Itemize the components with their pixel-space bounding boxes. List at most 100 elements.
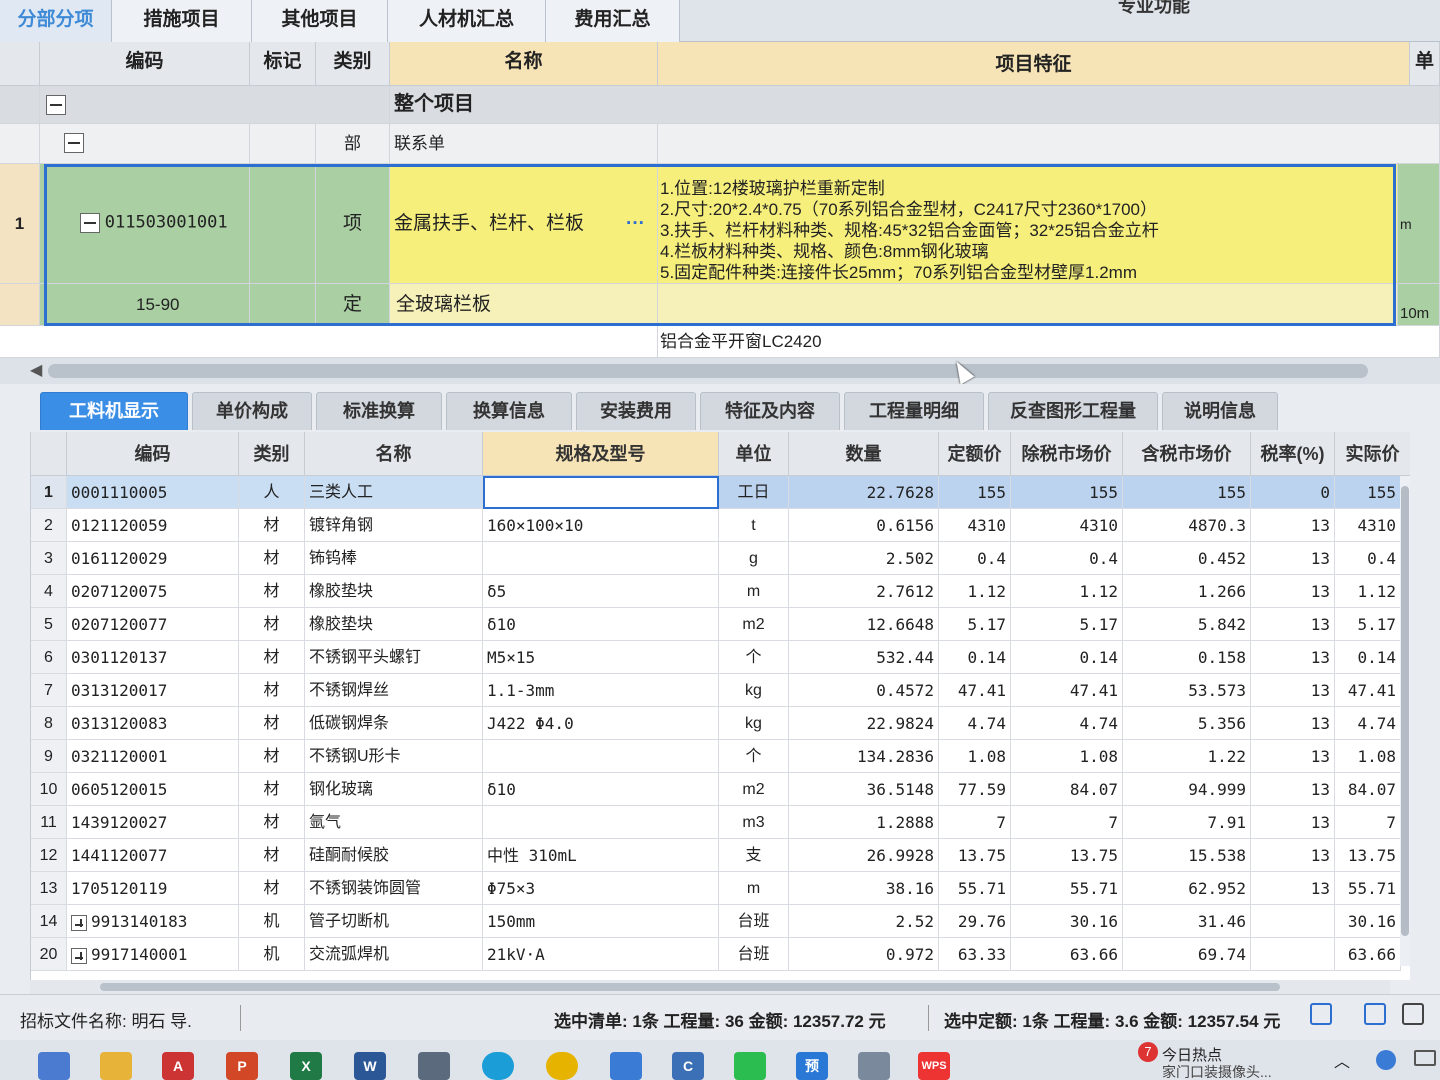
scroll-left-icon[interactable]: ◀ — [30, 360, 42, 380]
row-quota[interactable]: 15-90 定 全玻璃栏板 10m — [0, 284, 1440, 326]
material-quantity[interactable]: 1.2888 — [789, 806, 939, 839]
material-spec[interactable] — [483, 806, 719, 839]
settings-icon[interactable] — [418, 1052, 450, 1080]
layout-icon[interactable] — [1310, 1003, 1332, 1025]
header-name[interactable]: 名称 — [305, 432, 483, 476]
tab-rencaiji[interactable]: 人材机汇总 — [388, 0, 546, 42]
tab-feiyong[interactable]: 费用汇总 — [546, 0, 680, 42]
table-row[interactable]: 12 1441120077 材 硅酮耐候胶 中性 310mL 支 26.9928 13.75 1… — [31, 839, 1410, 872]
material-quantity[interactable]: 0.972 — [789, 938, 939, 971]
material-quantity[interactable]: 532.44 — [789, 641, 939, 674]
table-row[interactable]: 4 0207120075 材 橡胶垫块 δ5 m 2.7612 1.12 1.12 1.266 13… — [31, 575, 1410, 608]
table-row[interactable]: 6 0301120137 材 不锈钢平头螺钉 M5×15 个 532.44 0.14 0.14 0… — [31, 641, 1410, 674]
ex-tax-price[interactable]: 47.41 — [1011, 674, 1123, 707]
tab-standard-conversion[interactable]: 标准换算 — [316, 392, 442, 430]
ex-tax-price[interactable]: 1.08 — [1011, 740, 1123, 773]
material-spec[interactable]: 中性 310mL — [483, 839, 719, 872]
ex-tax-price[interactable]: 155 — [1011, 476, 1123, 509]
item-name[interactable]: 金属扶手、栏杆、栏板 ··· — [390, 164, 658, 284]
material-quantity[interactable]: 2.52 — [789, 905, 939, 938]
material-quantity[interactable]: 26.9928 — [789, 839, 939, 872]
table-row[interactable]: 9 0321120001 材 不锈钢U形卡 个 134.2836 1.08 1.08 1.22 1… — [31, 740, 1410, 773]
store-icon[interactable] — [38, 1052, 70, 1080]
access-icon[interactable]: A — [162, 1052, 194, 1080]
material-spec[interactable]: 160×100×10 — [483, 509, 719, 542]
material-spec[interactable]: 150mm — [483, 905, 719, 938]
header-unit[interactable]: 单位 — [719, 432, 789, 476]
collapse-icon[interactable] — [80, 212, 100, 233]
material-quantity[interactable]: 38.16 — [789, 872, 939, 905]
tab-install-fee[interactable]: 安装费用 — [576, 392, 696, 430]
table-row[interactable]: 1 0001110005 人 三类人工 工日 22.7628 155 155 155 0 155 — [31, 476, 1410, 509]
material-quantity[interactable]: 22.9824 — [789, 707, 939, 740]
material-quantity[interactable]: 0.4572 — [789, 674, 939, 707]
table-row[interactable]: 8 0313120083 材 低碳钢焊条 J422 Φ4.0 kg 22.9824 4.74 4… — [31, 707, 1410, 740]
header-unit[interactable]: 单 — [1410, 42, 1440, 86]
material-spec[interactable] — [483, 542, 719, 575]
table-row[interactable]: 11 1439120027 材 氩气 m3 1.2888 7 7 7.91 13 7 — [31, 806, 1410, 839]
tab-fenbu[interactable]: 分部分项 — [0, 0, 112, 42]
tab-reverse-graphic[interactable]: 反查图形工程量 — [988, 392, 1158, 430]
material-quantity[interactable]: 0.6156 — [789, 509, 939, 542]
expand-icon[interactable] — [71, 914, 87, 931]
tab-cuoshi[interactable]: 措施项目 — [112, 0, 252, 42]
app-icon[interactable] — [610, 1052, 642, 1080]
cad-icon[interactable]: C — [672, 1052, 704, 1080]
header-ex-tax-price[interactable]: 除税市场价 — [1011, 432, 1123, 476]
news-widget[interactable]: 7 今日热点 家门口装摄像头... — [1120, 1042, 1340, 1080]
keyboard-icon[interactable] — [1414, 1050, 1436, 1066]
material-spec[interactable]: δ10 — [483, 773, 719, 806]
app-icon[interactable] — [546, 1052, 578, 1080]
table-row[interactable]: 10 0605120015 材 钢化玻璃 δ10 m2 36.5148 77.59 84.07 9… — [31, 773, 1410, 806]
header-quota-price[interactable]: 定额价 — [939, 432, 1011, 476]
scroll-thumb[interactable] — [1401, 486, 1409, 936]
item-features[interactable]: 1.位置:12楼玻璃护栏重新定制 2.尺寸:20*2.4*0.75（70系列铝合… — [658, 164, 1398, 284]
material-spec[interactable]: 21kV·A — [483, 938, 719, 971]
budget-app-icon[interactable]: 预 — [796, 1052, 828, 1080]
tab-unit-price[interactable]: 单价构成 — [192, 392, 312, 430]
collapse-icon[interactable] — [46, 94, 66, 115]
tab-conversion-info[interactable]: 换算信息 — [446, 392, 572, 430]
folder-icon[interactable] — [100, 1052, 132, 1080]
ex-tax-price[interactable]: 1.12 — [1011, 575, 1123, 608]
header-actual-price[interactable]: 实际价 — [1335, 432, 1410, 476]
vertical-scrollbar[interactable] — [1400, 476, 1410, 966]
header-quantity[interactable]: 数量 — [789, 432, 939, 476]
header-in-tax-price[interactable]: 含税市场价 — [1123, 432, 1251, 476]
chevron-up-icon[interactable]: ︿ — [1334, 1048, 1350, 1072]
row-next[interactable]: 铝合金平开窗LC2420 — [0, 326, 1440, 358]
ex-tax-price[interactable]: 4310 — [1011, 509, 1123, 542]
material-quantity[interactable]: 2.7612 — [789, 575, 939, 608]
material-spec[interactable] — [483, 740, 719, 773]
ex-tax-price[interactable]: 4.74 — [1011, 707, 1123, 740]
header-name[interactable]: 名称 — [390, 42, 658, 86]
table-row[interactable]: 20 9917140001 机 交流弧焊机 21kV·A 台班 0.972 63.33 63.6… — [31, 938, 1410, 971]
material-spec[interactable]: Φ75×3 — [483, 872, 719, 905]
tab-features-content[interactable]: 特征及内容 — [700, 392, 840, 430]
table-row[interactable]: 7 0313120017 材 不锈钢焊丝 1.1-3mm kg 0.4572 47.41 47.… — [31, 674, 1410, 707]
edge-icon[interactable] — [482, 1052, 514, 1080]
ex-tax-price[interactable]: 5.17 — [1011, 608, 1123, 641]
excel-icon[interactable]: X — [290, 1052, 322, 1080]
scroll-thumb[interactable] — [48, 364, 1368, 378]
layout-icon[interactable] — [1364, 1003, 1386, 1025]
special-function-label[interactable]: 专业功能 — [1118, 0, 1190, 18]
ex-tax-price[interactable]: 84.07 — [1011, 773, 1123, 806]
app-icon[interactable] — [858, 1052, 890, 1080]
tab-qita[interactable]: 其他项目 — [252, 0, 388, 42]
header-spec[interactable]: 规格及型号 — [483, 432, 719, 476]
wps-icon[interactable]: WPS — [918, 1052, 950, 1080]
network-icon[interactable] — [1376, 1050, 1396, 1070]
scroll-thumb[interactable] — [100, 983, 1280, 991]
material-quantity[interactable]: 2.502 — [789, 542, 939, 575]
word-icon[interactable]: W — [354, 1052, 386, 1080]
header-feature[interactable]: 项目特征 — [658, 42, 1410, 86]
ex-tax-price[interactable]: 63.66 — [1011, 938, 1123, 971]
header-mark[interactable]: 标记 — [250, 42, 316, 86]
table-row[interactable]: 13 1705120119 材 不锈钢装饰圆管 Φ75×3 m 38.16 55.71 55.7… — [31, 872, 1410, 905]
wechat-icon[interactable] — [734, 1052, 766, 1080]
tab-quantity-detail[interactable]: 工程量明细 — [844, 392, 984, 430]
ellipsis-button[interactable]: ··· — [626, 164, 645, 283]
material-spec[interactable]: δ5 — [483, 575, 719, 608]
material-spec[interactable]: 1.1-3mm — [483, 674, 719, 707]
